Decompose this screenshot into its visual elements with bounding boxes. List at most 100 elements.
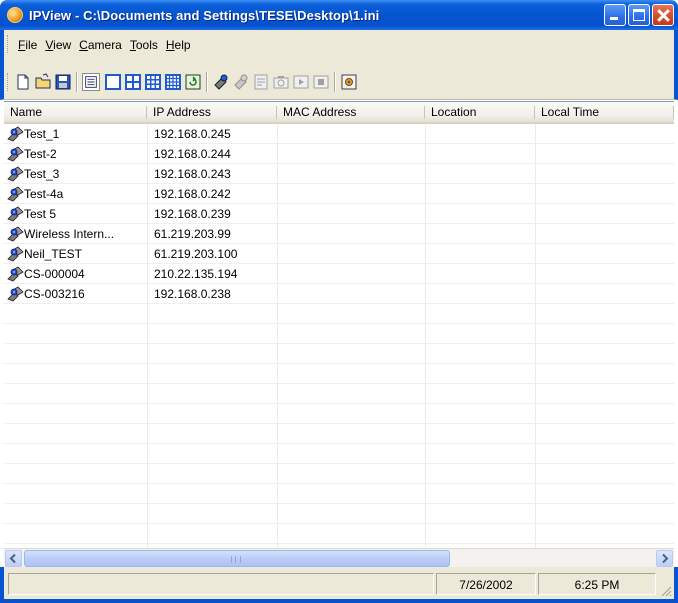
window-title: IPView - C:\Documents and Settings\TESE\…: [29, 7, 380, 23]
table-row[interactable]: Wireless Intern... 61.219.203.99: [4, 224, 674, 244]
table-row[interactable]: CS-000004 210.22.135.194: [4, 264, 674, 284]
disconnect-camera-icon[interactable]: [232, 73, 250, 91]
table-row[interactable]: Neil_TEST 61.219.203.100: [4, 244, 674, 264]
menu-grip[interactable]: [7, 35, 10, 53]
camera-name-cell: Test 5: [4, 204, 147, 224]
camera-list[interactable]: Name IP Address MAC Address Location Loc…: [4, 101, 674, 548]
properties-icon[interactable]: [252, 73, 270, 91]
stop-icon[interactable]: [312, 73, 330, 91]
single-view-icon[interactable]: [104, 73, 122, 91]
refresh-view-icon[interactable]: [184, 73, 202, 91]
menu-help[interactable]: Help: [162, 34, 195, 56]
ip-address-cell: 192.168.0.238: [154, 287, 231, 301]
title-bar[interactable]: IPView - C:\Documents and Settings\TESE\…: [0, 0, 678, 30]
camera-name: Test 5: [24, 207, 57, 221]
camera-name-cell: Test-2: [4, 144, 147, 164]
status-message-pane: [8, 573, 434, 595]
new-file-icon[interactable]: [14, 73, 32, 91]
empty-row: [4, 304, 674, 324]
empty-row: [4, 324, 674, 344]
camera-name-cell: CS-000004: [4, 264, 147, 284]
column-header-ip-address[interactable]: IP Address: [147, 102, 277, 122]
column-header-mac-address[interactable]: MAC Address: [277, 102, 425, 122]
quad-view-icon[interactable]: [124, 73, 142, 91]
close-button[interactable]: [652, 4, 674, 26]
scroll-thumb[interactable]: [24, 550, 450, 567]
toolbar-separator: [206, 72, 208, 92]
app-icon[interactable]: [7, 7, 23, 23]
menu-items: File View Camera Tools Help: [14, 34, 195, 56]
camera-icon: [7, 286, 24, 302]
minimize-icon: [610, 17, 618, 20]
column-header-name[interactable]: Name: [4, 102, 147, 122]
snapshot-icon[interactable]: [272, 73, 290, 91]
toolbar: [0, 64, 678, 100]
camera-icon: [7, 266, 24, 282]
camera-name: Test-2: [24, 147, 57, 161]
chevron-left-icon: [9, 553, 16, 564]
minimize-button[interactable]: [604, 4, 626, 26]
empty-row: [4, 484, 674, 504]
camera-icon: [7, 146, 24, 162]
camera-name-cell: Test_3: [4, 164, 147, 184]
menu-tools[interactable]: Tools: [126, 34, 162, 56]
ip-address-cell: 210.22.135.194: [154, 267, 238, 281]
camera-name: Neil_TEST: [24, 247, 83, 261]
nine-view-icon[interactable]: [144, 73, 162, 91]
toolbar-separator: [76, 72, 78, 92]
table-row[interactable]: Test_3 192.168.0.243: [4, 164, 674, 184]
column-header-local-time[interactable]: Local Time: [535, 102, 674, 122]
menu-file[interactable]: File: [14, 34, 41, 56]
camera-icon: [7, 186, 24, 202]
sixteen-view-icon[interactable]: [164, 73, 182, 91]
camera-icon: [7, 226, 24, 242]
toolbar-grip[interactable]: [7, 73, 10, 91]
resize-grip-icon[interactable]: [660, 585, 672, 597]
play-icon[interactable]: [292, 73, 310, 91]
connect-camera-icon[interactable]: [212, 73, 230, 91]
open-folder-icon[interactable]: [34, 73, 52, 91]
camera-name-cell: Wireless Intern...: [4, 224, 147, 244]
horizontal-scrollbar[interactable]: [4, 548, 674, 567]
camera-name-cell: CS-003216: [4, 284, 147, 304]
save-disk-icon[interactable]: [54, 73, 72, 91]
camera-icon: [7, 246, 24, 262]
ip-address-cell: 192.168.0.243: [154, 167, 231, 181]
empty-row: [4, 404, 674, 424]
camera-name-cell: Test_1: [4, 124, 147, 144]
table-row[interactable]: Test_1 192.168.0.245: [4, 124, 674, 144]
maximize-icon: [633, 9, 645, 21]
empty-row: [4, 504, 674, 524]
maximize-button[interactable]: [628, 4, 650, 26]
camera-name: CS-003216: [24, 287, 85, 301]
empty-row: [4, 344, 674, 364]
details-view-icon[interactable]: [82, 73, 100, 91]
ip-address-cell: 61.219.203.100: [154, 247, 238, 261]
ip-address-cell: 192.168.0.239: [154, 207, 231, 221]
camera-name: Test-4a: [24, 187, 64, 201]
scroll-right-button[interactable]: [656, 550, 673, 567]
ip-address-cell: 192.168.0.242: [154, 187, 231, 201]
ip-address-cell: 192.168.0.245: [154, 127, 231, 141]
table-row[interactable]: Test-2 192.168.0.244: [4, 144, 674, 164]
camera-name-cell: Neil_TEST: [4, 244, 147, 264]
camera-icon: [7, 166, 24, 182]
status-bar: 7/26/2002 6:25 PM: [0, 567, 678, 603]
camera-name: Test_1: [24, 127, 60, 141]
empty-row: [4, 364, 674, 384]
column-header-location[interactable]: Location: [425, 102, 535, 122]
settings-icon[interactable]: [340, 73, 358, 91]
menu-view[interactable]: View: [41, 34, 75, 56]
empty-row: [4, 424, 674, 444]
toolbar-separator: [334, 72, 336, 92]
status-time: 6:25 PM: [538, 573, 656, 595]
menu-camera[interactable]: Camera: [75, 34, 126, 56]
table-row[interactable]: Test-4a 192.168.0.242: [4, 184, 674, 204]
list-header: Name IP Address MAC Address Location Loc…: [4, 102, 674, 124]
table-row[interactable]: CS-003216 192.168.0.238: [4, 284, 674, 304]
table-row[interactable]: Test 5 192.168.0.239: [4, 204, 674, 224]
empty-row: [4, 444, 674, 464]
scroll-left-button[interactable]: [5, 550, 22, 567]
camera-icon: [7, 206, 24, 222]
chevron-right-icon: [662, 553, 669, 564]
